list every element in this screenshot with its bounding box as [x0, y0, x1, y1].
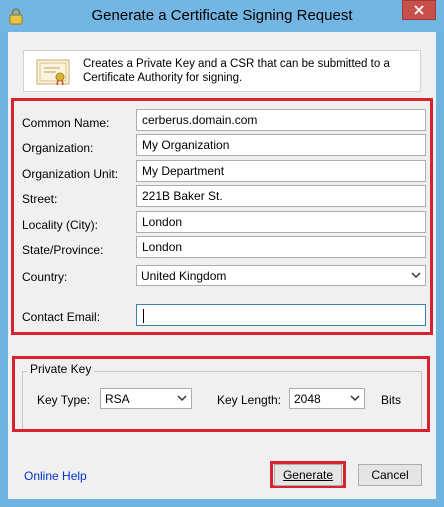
generate-button-label: Generate	[282, 468, 334, 482]
common-name-field[interactable]: cerberus.domain.com	[136, 109, 426, 131]
organization-unit-field[interactable]: My Department	[136, 160, 426, 182]
chevron-down-icon	[177, 395, 187, 402]
key-type-label: Key Type:	[37, 393, 91, 407]
text-cursor	[143, 308, 144, 323]
close-button[interactable]	[402, 0, 436, 20]
street-label: Street:	[22, 192, 58, 206]
street-field[interactable]: 221B Baker St.	[136, 185, 426, 207]
organization-unit-label: Organization Unit:	[22, 167, 119, 181]
key-length-label: Key Length:	[217, 393, 282, 407]
cancel-button[interactable]: Cancel	[358, 464, 422, 486]
chevron-down-icon	[411, 272, 421, 279]
generate-button[interactable]: Generate	[274, 464, 342, 486]
lock-icon	[9, 8, 23, 25]
country-select[interactable]: United Kingdom	[136, 265, 426, 286]
info-panel: Creates a Private Key and a CSR that can…	[23, 50, 421, 92]
key-type-value: RSA	[105, 392, 130, 406]
chevron-down-icon	[350, 395, 360, 402]
country-label: Country:	[22, 270, 68, 284]
country-value: United Kingdom	[141, 269, 227, 283]
common-name-label: Common Name:	[22, 116, 110, 130]
close-icon	[414, 5, 424, 15]
title-bar: Generate a Certificate Signing Request	[0, 0, 444, 32]
certificate-icon	[36, 59, 70, 86]
locality-label: Locality (City):	[22, 218, 99, 232]
bits-label: Bits	[381, 393, 402, 407]
dialog-body: Creates a Private Key and a CSR that can…	[8, 32, 436, 499]
contact-email-label: Contact Email:	[22, 310, 101, 324]
state-field[interactable]: London	[136, 236, 426, 258]
locality-field[interactable]: London	[136, 211, 426, 233]
organization-field[interactable]: My Organization	[136, 134, 426, 156]
key-type-select[interactable]: RSA	[100, 388, 192, 409]
window-title: Generate a Certificate Signing Request	[91, 7, 353, 24]
key-length-select[interactable]: 2048	[289, 388, 365, 409]
contact-email-field[interactable]	[136, 304, 426, 326]
info-text: Creates a Private Key and a CSR that can…	[83, 58, 390, 84]
organization-label: Organization:	[22, 141, 94, 155]
state-label: State/Province:	[22, 243, 104, 257]
online-help-link[interactable]: Online Help	[24, 469, 87, 483]
key-length-value: 2048	[294, 392, 321, 406]
